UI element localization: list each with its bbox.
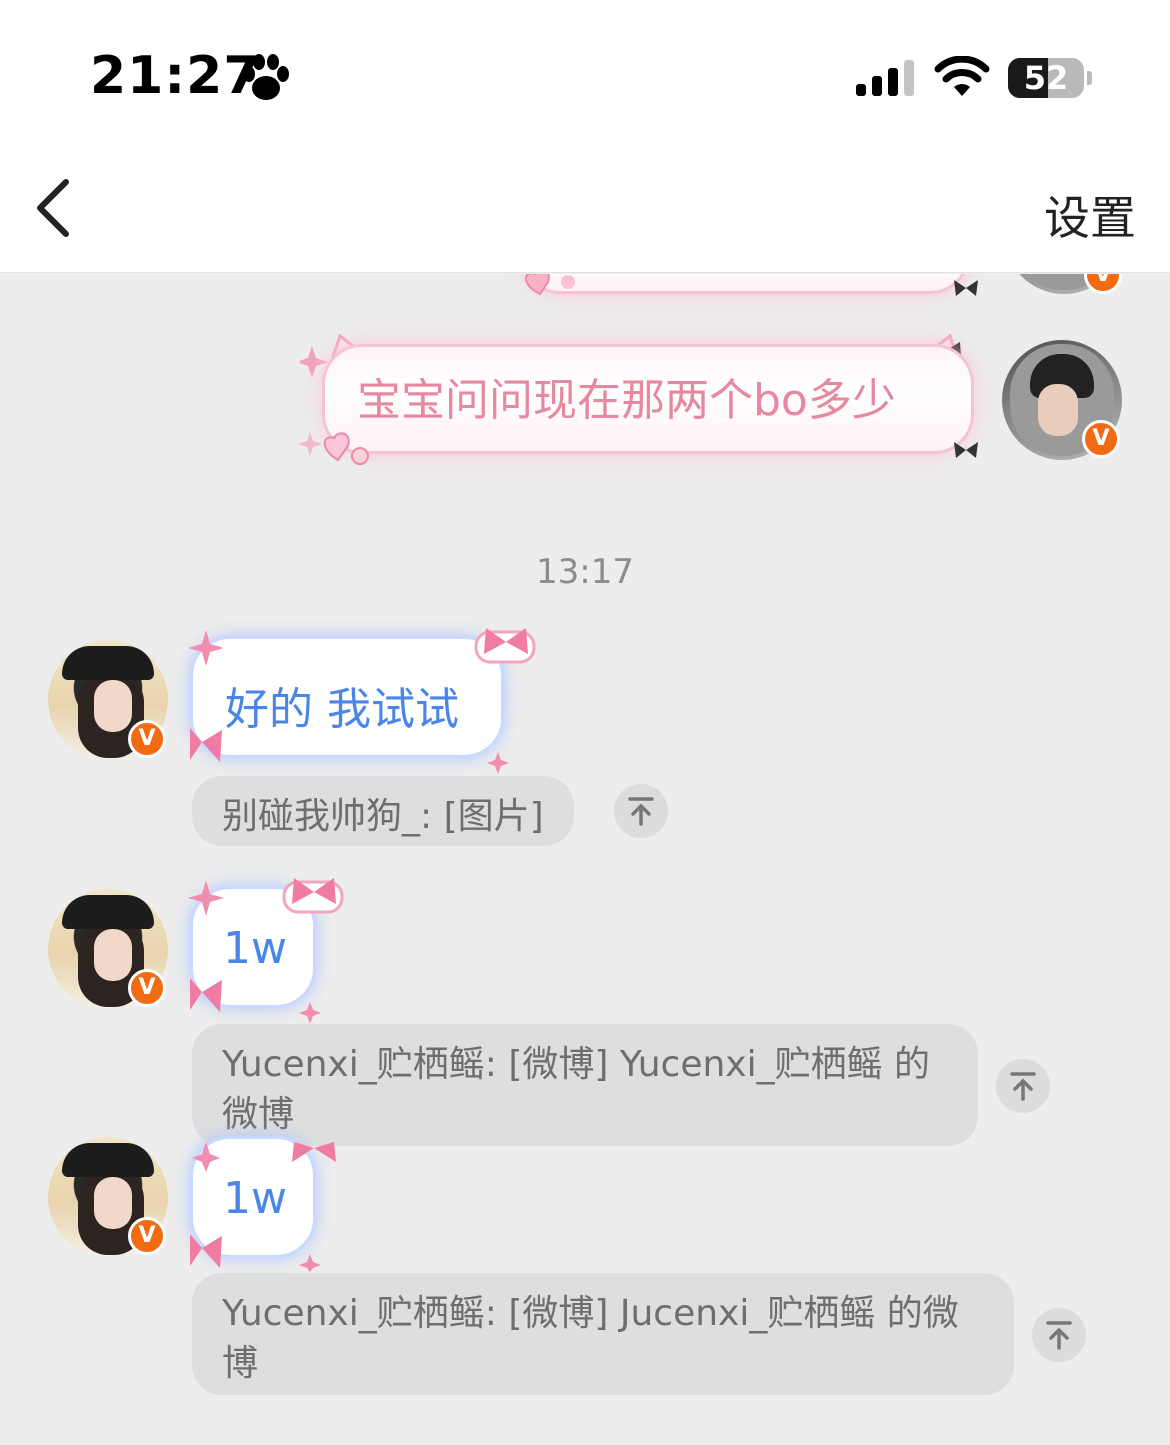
conversation-title xyxy=(400,176,780,236)
bow-icon xyxy=(954,442,978,458)
avatar[interactable]: V xyxy=(1004,274,1124,294)
bow-sticker-icon xyxy=(190,1142,336,1272)
bow-sticker-icon xyxy=(188,878,344,1024)
bow-icon xyxy=(954,280,978,296)
avatar[interactable]: V xyxy=(48,640,168,760)
sent-message-text: 宝宝问问现在那两个bo多少 xyxy=(357,375,896,426)
quoted-message[interactable]: Yucenxi_贮栖鳐: [微博] Yucenxi_贮栖鳐 的微博 xyxy=(192,1024,978,1146)
avatar[interactable]: V xyxy=(48,889,168,1009)
jump-to-top-icon[interactable] xyxy=(1032,1308,1086,1362)
verified-badge: V xyxy=(1084,274,1122,294)
verified-badge: V xyxy=(128,969,166,1007)
verified-badge: V xyxy=(1082,420,1120,458)
jump-to-top-icon[interactable] xyxy=(614,784,668,838)
nav-bar: 设置 xyxy=(0,140,1170,273)
heart-sticker-icon xyxy=(298,432,369,465)
timestamp: 13:17 xyxy=(536,552,634,592)
heart-sticker-icon xyxy=(525,274,575,296)
battery-icon: 52 xyxy=(1008,58,1092,98)
chevron-left-icon[interactable] xyxy=(30,176,78,240)
quoted-message[interactable]: Yucenxi_贮栖鳐: [微博] Jucenxi_贮栖鳐 的微博 xyxy=(192,1273,1014,1395)
jump-to-top-icon[interactable] xyxy=(996,1059,1050,1113)
status-bar: 21:27 52 xyxy=(0,0,1170,140)
signal-icon xyxy=(856,60,914,96)
quoted-message[interactable]: 别碰我帅狗_: [图片] xyxy=(192,776,574,846)
settings-button[interactable]: 设置 xyxy=(1044,182,1136,248)
wifi-icon xyxy=(934,56,990,96)
chat-area[interactable]: V 宝宝问问现在那两个bo多少 V 13:17 V 好的 我试试 别碰我帅狗_:… xyxy=(0,274,1170,1445)
avatar[interactable]: V xyxy=(48,1137,168,1257)
avatar[interactable]: V xyxy=(1002,340,1122,460)
verified-badge: V xyxy=(128,720,166,758)
sent-message-bubble[interactable]: 宝宝问问现在那两个bo多少 xyxy=(322,344,974,454)
bow-sticker-icon xyxy=(188,628,536,774)
battery-level: 52 xyxy=(1023,59,1069,97)
paw-icon xyxy=(243,54,289,100)
verified-badge: V xyxy=(128,1217,166,1255)
status-time: 21:27 xyxy=(90,46,261,106)
